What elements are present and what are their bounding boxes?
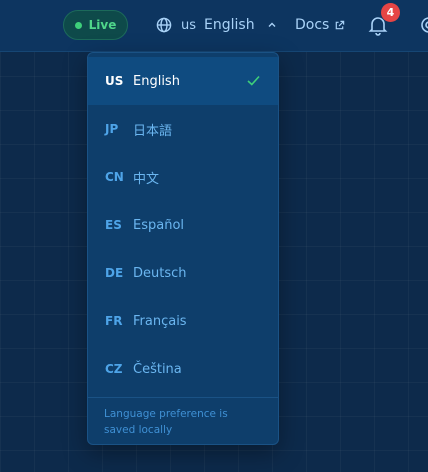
language-option-label: 日本語: [133, 123, 173, 139]
language-option-fr[interactable]: FR Français: [88, 297, 278, 345]
chevron-up-icon: [268, 22, 276, 27]
language-dropdown-menu: US English JP 日本語 CN 中文 ES Español DE De…: [87, 52, 279, 445]
language-option-code: CZ: [105, 362, 123, 376]
language-option-code: ES: [105, 218, 122, 232]
docs-link[interactable]: Docs: [295, 14, 345, 36]
language-label: English: [204, 17, 255, 33]
language-option-jp[interactable]: JP 日本語: [88, 105, 278, 153]
language-option-us[interactable]: US English: [88, 57, 278, 105]
language-option-label: Deutsch: [133, 265, 187, 281]
language-option-code: DE: [105, 266, 124, 280]
gear-icon[interactable]: [418, 14, 428, 36]
live-status-label: Live: [88, 18, 117, 32]
globe-icon: [156, 17, 172, 33]
language-option-label: Español: [133, 217, 185, 233]
notification-count-badge: 4: [381, 3, 400, 22]
language-option-code: FR: [105, 314, 123, 328]
live-dot-icon: [74, 21, 82, 29]
language-code: us: [181, 17, 197, 33]
docs-label: Docs: [295, 17, 330, 33]
language-option-cn[interactable]: CN 中文: [88, 153, 278, 201]
language-option-label: 中文: [133, 171, 160, 187]
language-option-code: JP: [105, 122, 119, 136]
language-preference-note: Language preference is saved locally: [88, 397, 278, 444]
language-option-cz[interactable]: CZ Čeština: [88, 345, 278, 393]
language-option-es[interactable]: ES Español: [88, 201, 278, 249]
language-option-code: US: [105, 74, 124, 88]
language-option-label: Čeština: [133, 361, 182, 377]
external-link-icon: [336, 20, 345, 29]
check-icon: [247, 75, 260, 86]
language-option-label: Français: [133, 313, 187, 329]
live-status-badge: Live: [63, 10, 128, 40]
language-selector-button[interactable]: us English: [156, 14, 277, 36]
top-bar: Live us English Docs 4: [0, 0, 428, 52]
language-option-label: English: [133, 73, 180, 89]
language-option-code: CN: [105, 170, 124, 184]
language-option-de[interactable]: DE Deutsch: [88, 249, 278, 297]
